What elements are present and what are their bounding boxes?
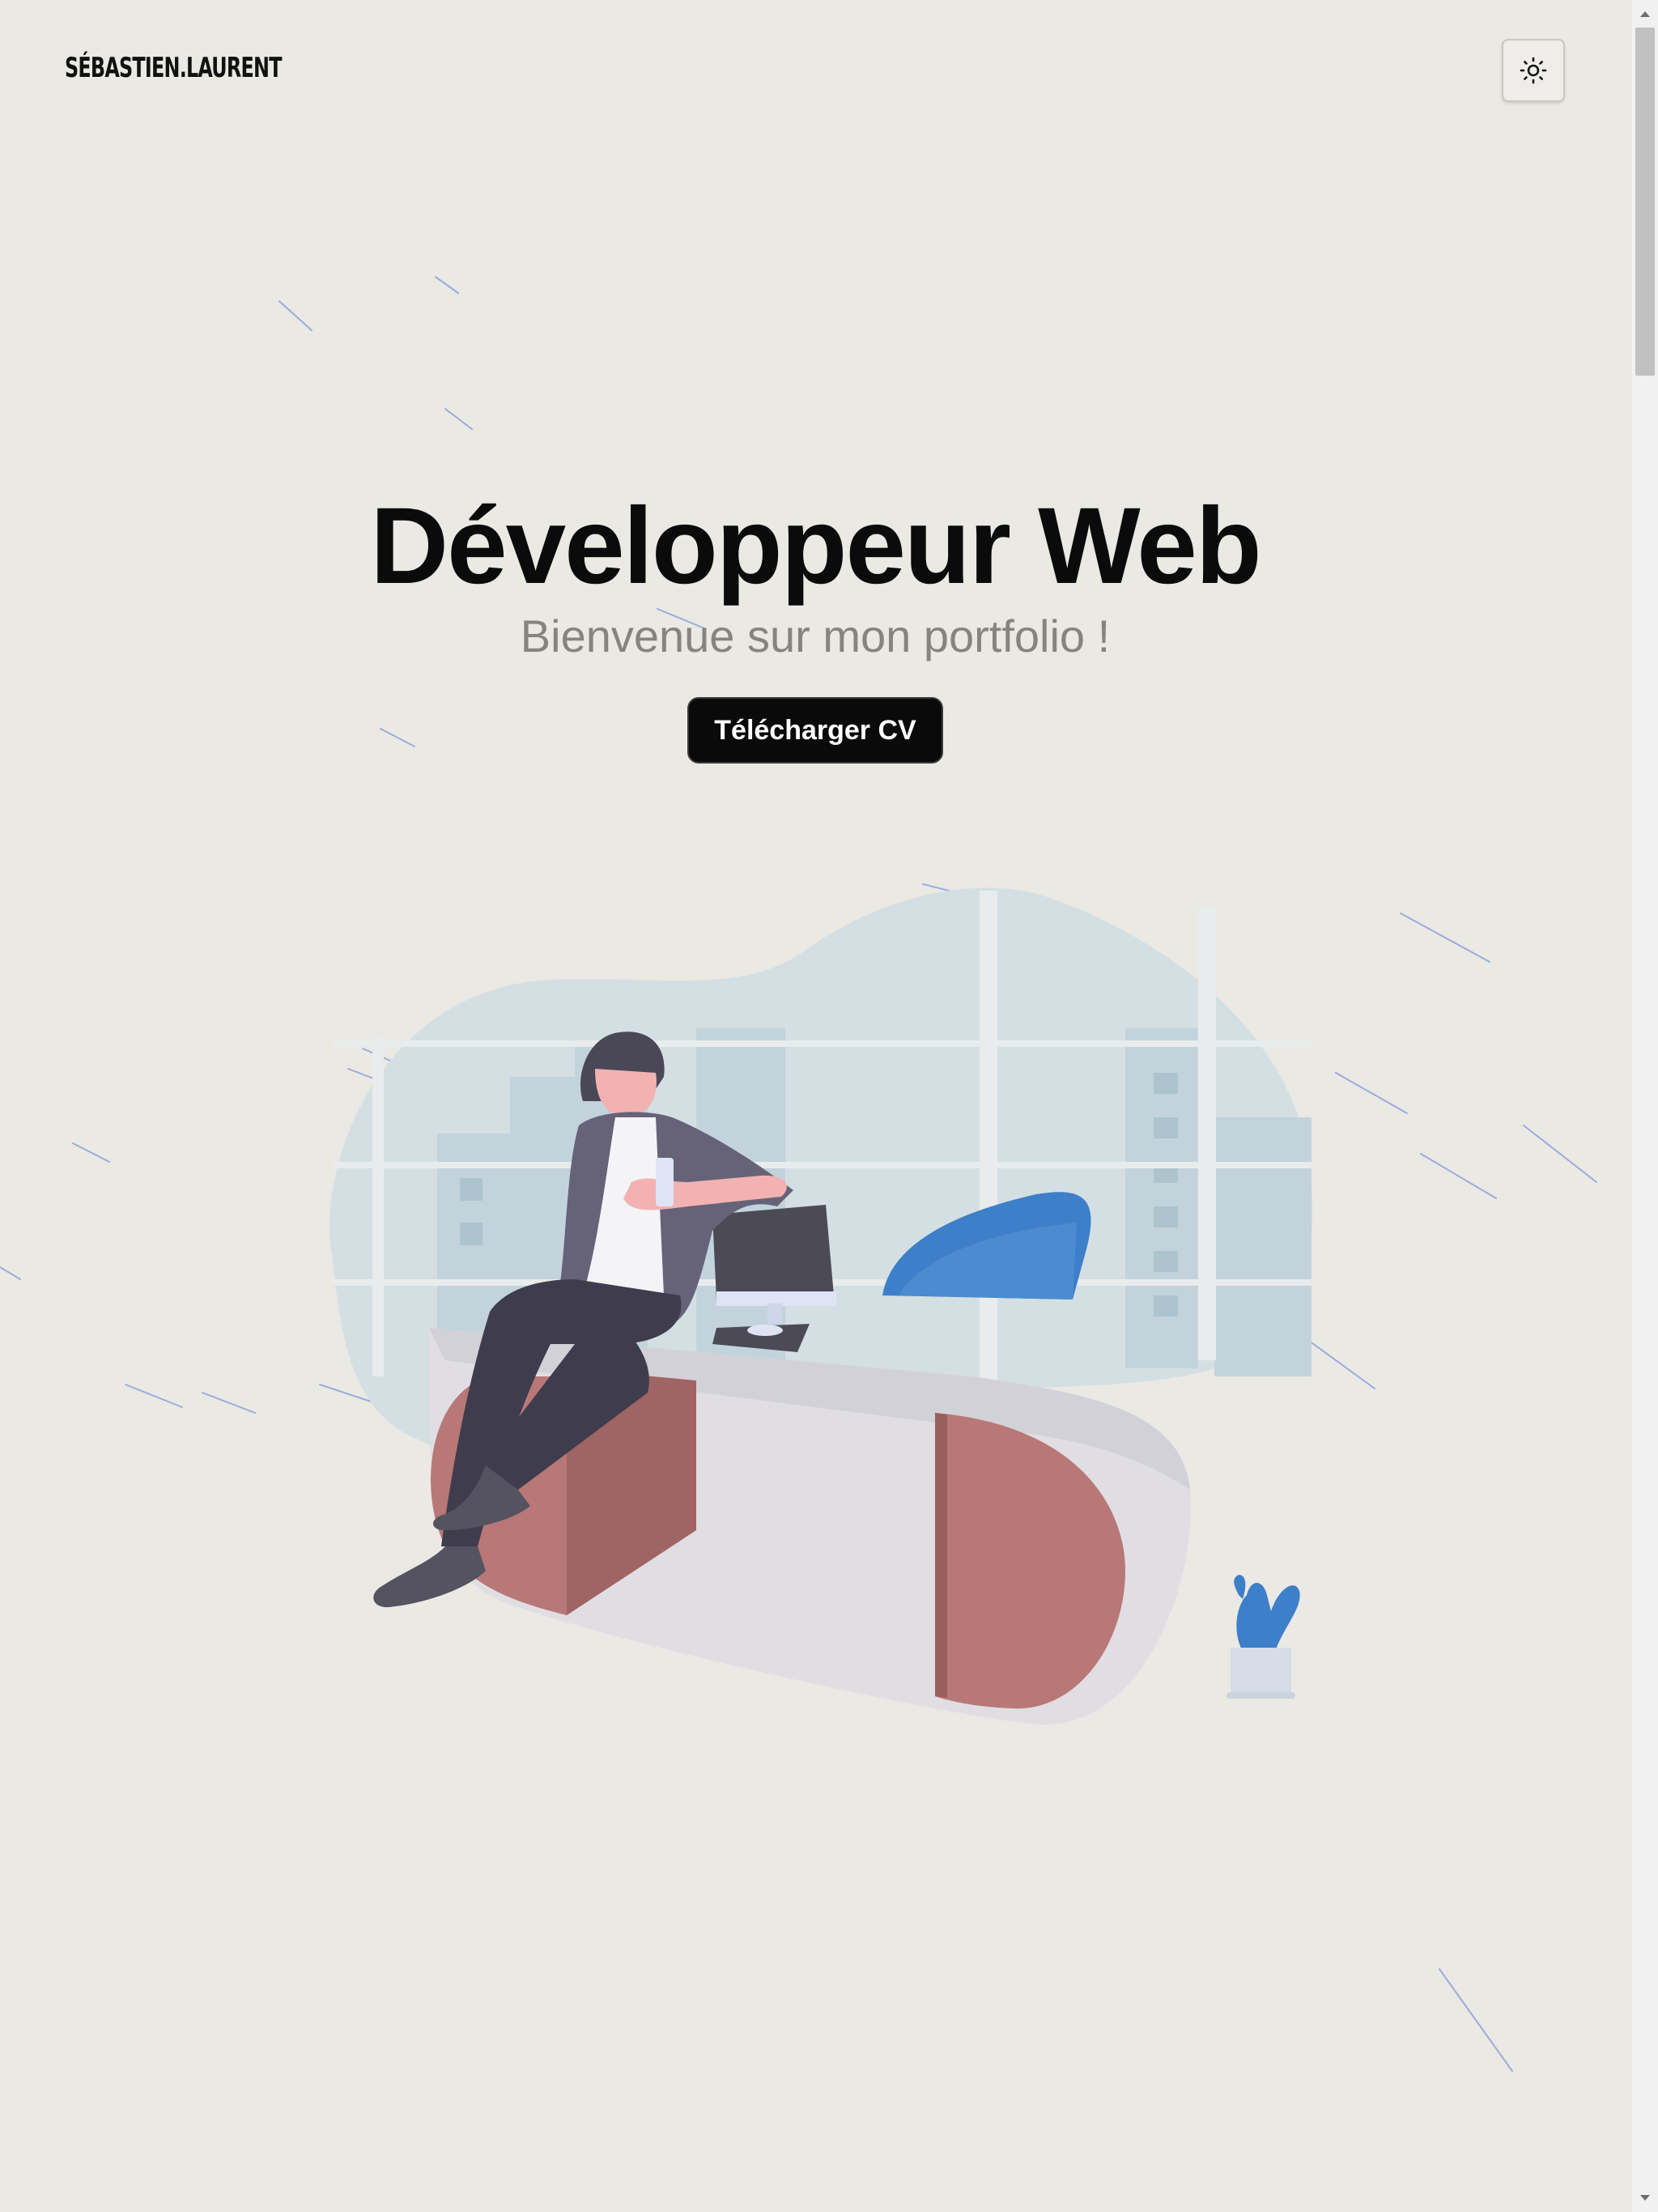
scroll-down-arrow-icon[interactable] bbox=[1631, 2184, 1658, 2212]
scrollbar-thumb[interactable] bbox=[1635, 28, 1655, 376]
vertical-scrollbar[interactable] bbox=[1630, 0, 1658, 2212]
portfolio-page: SÉBASTIEN.LAURENT Développeur Web Bienve… bbox=[0, 0, 1630, 2212]
sun-icon bbox=[1520, 57, 1547, 84]
scroll-up-arrow-icon[interactable] bbox=[1631, 0, 1658, 28]
theme-toggle-button[interactable] bbox=[1502, 39, 1565, 102]
download-cv-button[interactable]: Télécharger CV bbox=[687, 697, 943, 764]
hero-title: Développeur Web bbox=[370, 486, 1261, 606]
hero-subtitle: Bienvenue sur mon portfolio ! bbox=[520, 610, 1111, 661]
site-logo[interactable]: SÉBASTIEN.LAURENT bbox=[65, 52, 282, 84]
developer-at-desk-illustration bbox=[329, 887, 1313, 1725]
